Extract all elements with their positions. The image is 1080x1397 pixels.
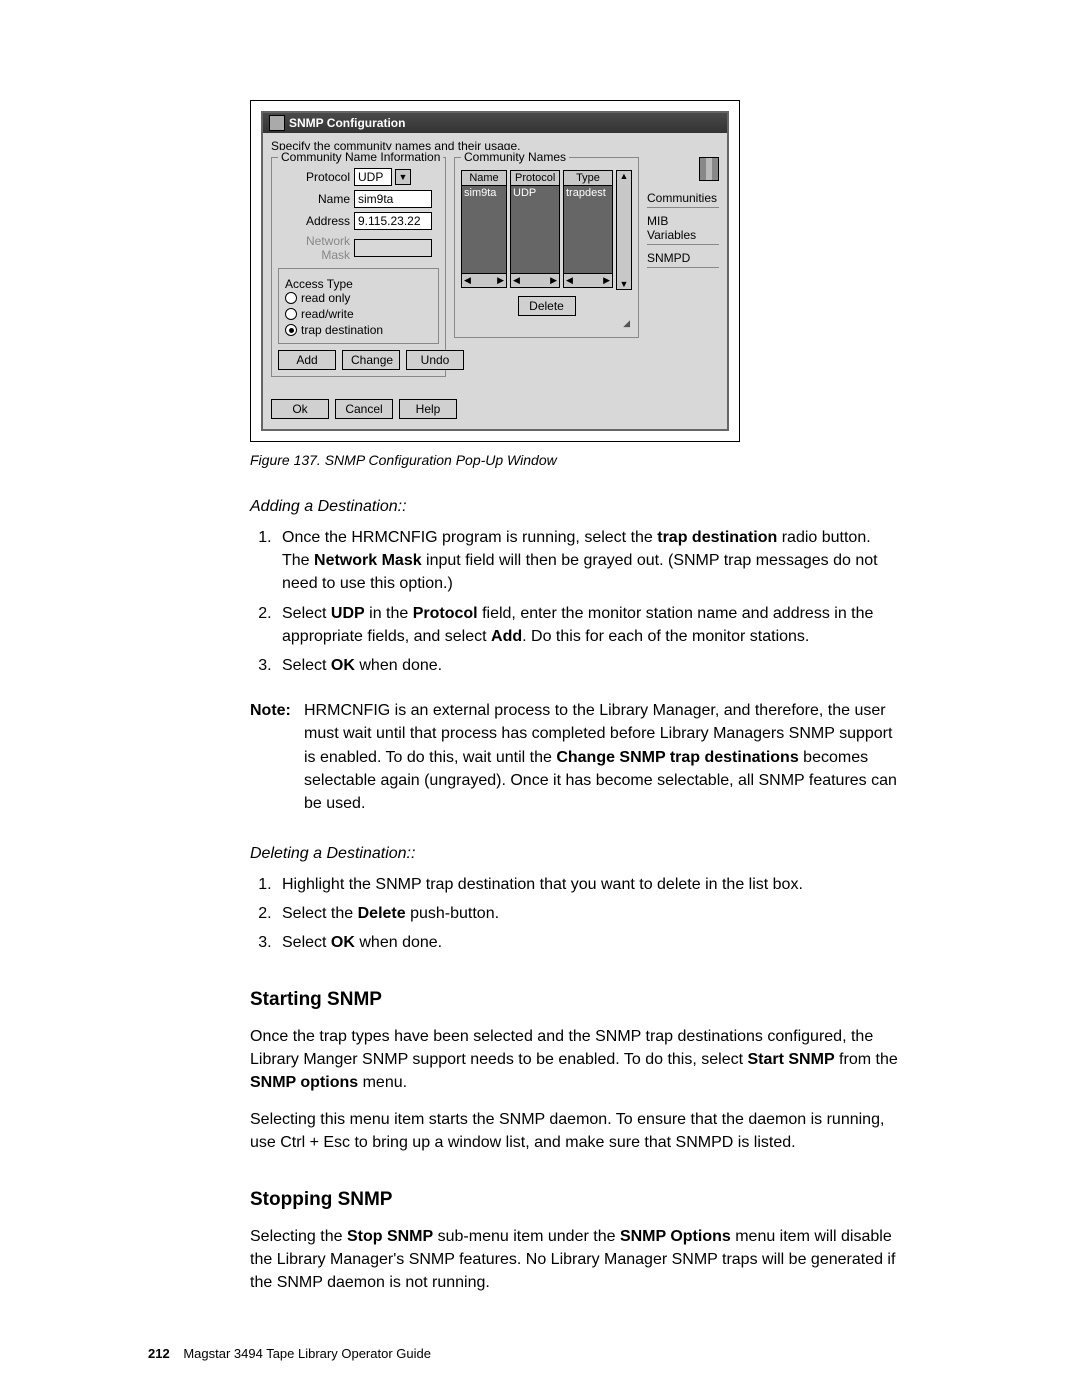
help-button[interactable]: Help [399,399,457,419]
list-item: Highlight the SNMP trap destination that… [276,873,900,896]
name-field[interactable]: sim9ta [354,190,432,208]
address-label: Address [278,214,350,228]
undo-button[interactable]: Undo [406,350,464,370]
hscroll-icon[interactable]: ◀▶ [510,274,560,288]
col-type-header[interactable]: Type [563,170,613,186]
note-label: Note: [250,699,304,815]
adding-destination-heading: Adding a Destination:: [250,498,900,516]
deleting-steps-list: Highlight the SNMP trap destination that… [250,873,900,955]
tab-mib-variables[interactable]: MIB Variables [647,214,719,245]
col-name-cell[interactable]: sim9ta [461,186,507,274]
list-item: Select UDP in the Protocol field, enter … [276,602,900,648]
window-title: SNMP Configuration [289,116,405,130]
cni-legend: Community Name Information [278,150,443,164]
tab-communities[interactable]: Communities [647,191,719,208]
change-button[interactable]: Change [342,350,400,370]
paragraph: Selecting this menu item starts the SNMP… [250,1108,900,1154]
col-name-header[interactable]: Name [461,170,507,186]
radio-trap-destination[interactable]: trap destination [285,323,432,337]
vscroll-icon[interactable]: ▲▼ [616,170,632,290]
radio-read-only[interactable]: read only [285,291,432,305]
footer-title: Magstar 3494 Tape Library Operator Guide [183,1346,431,1361]
netmask-label: Network Mask [278,234,350,262]
col-protocol-cell[interactable]: UDP [510,186,560,274]
delete-button[interactable]: Delete [518,296,576,316]
paragraph: Once the trap types have been selected a… [250,1025,900,1095]
netmask-field [354,239,432,257]
stopping-snmp-heading: Stopping SNMP [250,1189,900,1211]
name-label: Name [278,192,350,206]
page-number: 212 [148,1346,170,1361]
paragraph: Selecting the Stop SNMP sub-menu item un… [250,1225,900,1295]
resize-grip-icon[interactable]: ◢ [461,316,632,331]
ok-button[interactable]: Ok [271,399,329,419]
window-titlebar[interactable]: SNMP Configuration [263,113,727,133]
protocol-label: Protocol [278,170,350,184]
tab-snmpd[interactable]: SNMPD [647,251,719,268]
sysmenu-icon[interactable] [269,115,285,131]
protocol-dropdown-icon[interactable]: ▼ [395,169,411,185]
radio-icon[interactable] [285,324,297,336]
radio-icon[interactable] [285,292,297,304]
radio-icon[interactable] [285,308,297,320]
access-legend: Access Type [285,277,432,291]
cn-legend: Community Names [461,150,569,164]
radio-read-write[interactable]: read/write [285,307,432,321]
list-item: Once the HRMCNFIG program is running, se… [276,526,900,596]
figure-caption: Figure 137. SNMP Configuration Pop-Up Wi… [250,452,900,468]
list-item: Select OK when done. [276,931,900,954]
snmp-config-window: SNMP Configuration Specify the community… [261,111,729,431]
note-block: Note: HRMCNFIG is an external process to… [250,699,900,815]
deleting-destination-heading: Deleting a Destination:: [250,845,900,863]
col-type-cell[interactable]: trapdest [563,186,613,274]
add-button[interactable]: Add [278,350,336,370]
protocol-field[interactable]: UDP [354,168,392,186]
col-protocol-header[interactable]: Protocol [510,170,560,186]
address-field[interactable]: 9.115.23.22 [354,212,432,230]
note-text: HRMCNFIG is an external process to the L… [304,699,900,815]
adding-steps-list: Once the HRMCNFIG program is running, se… [250,526,900,677]
hscroll-icon[interactable]: ◀▶ [563,274,613,288]
cancel-button[interactable]: Cancel [335,399,393,419]
notebook-icon [699,157,719,181]
page-footer: 212 Magstar 3494 Tape Library Operator G… [148,1346,431,1361]
figure-frame: SNMP Configuration Specify the community… [250,100,740,442]
list-item: Select the Delete push-button. [276,902,900,925]
hscroll-icon[interactable]: ◀▶ [461,274,507,288]
community-name-info-group: Community Name Information Protocol UDP … [271,157,446,377]
list-item: Select OK when done. [276,654,900,677]
side-panel: Communities MIB Variables SNMPD [647,157,719,268]
community-names-group: Community Names Name sim9ta ◀▶ Protocol … [454,157,639,338]
starting-snmp-heading: Starting SNMP [250,989,900,1011]
access-type-group: Access Type read only read/write [278,268,439,344]
